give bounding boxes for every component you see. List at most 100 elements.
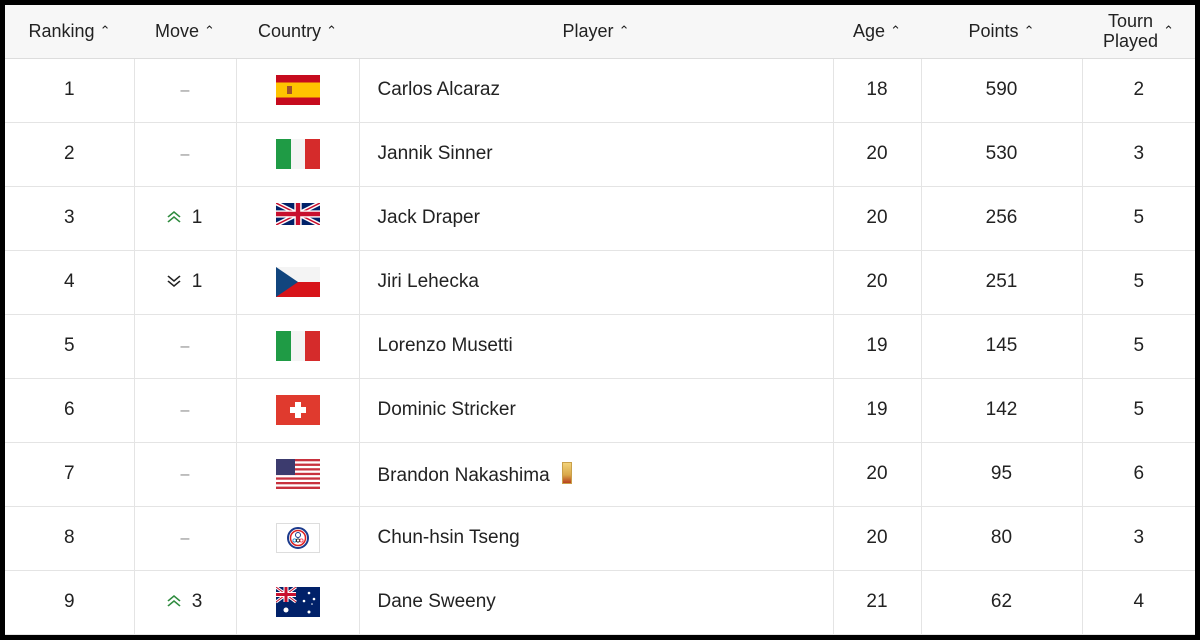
age-cell: 19 (833, 314, 922, 379)
flag-italy-icon (275, 139, 320, 169)
player-cell: Brandon Nakashima (359, 442, 834, 507)
country-cell (236, 122, 360, 187)
table-row[interactable]: 6 – Dominic Stricker 19 142 5 (5, 378, 1195, 443)
column-label: Country (258, 21, 322, 42)
points-cell: 145 (921, 314, 1083, 379)
column-header-tourn-played[interactable]: Tourn Played ⌃ (1082, 5, 1195, 59)
column-header-age[interactable]: Age ⌃ (833, 5, 921, 59)
table-row[interactable]: 8 – Chun-hsin Tseng 20 80 3 (5, 506, 1195, 571)
double-chevron-up-icon (167, 211, 181, 226)
sort-caret-icon: ⌃ (618, 23, 630, 39)
points-cell: 80 (921, 506, 1083, 571)
column-header-ranking[interactable]: Ranking ⌃ (5, 5, 134, 59)
move-cell: – (134, 314, 237, 379)
table-header-row: Ranking ⌃ Move ⌃ Country ⌃ Player ⌃ Age ⌃ Poi… (5, 5, 1195, 59)
country-cell (236, 570, 360, 635)
double-chevron-up-icon (167, 595, 181, 610)
points-cell: 95 (921, 442, 1083, 507)
no-movement-dash: – (180, 338, 190, 355)
ranking-cell: 7 (5, 442, 135, 507)
player-cell: Jack Draper (359, 186, 834, 251)
no-movement-dash: – (180, 82, 190, 99)
sort-caret-icon: ⌃ (99, 23, 111, 39)
ranking-cell: 8 (5, 506, 135, 571)
ranking-cell: 5 (5, 314, 135, 379)
country-cell (236, 442, 360, 507)
player-cell: Dane Sweeny (359, 570, 834, 635)
move-cell: 3 (134, 570, 237, 635)
player-cell: Jannik Sinner (359, 122, 834, 187)
points-cell: 590 (921, 58, 1083, 123)
move-cell: – (134, 506, 237, 571)
points-cell: 530 (921, 122, 1083, 187)
country-cell (236, 314, 360, 379)
age-cell: 20 (833, 250, 922, 315)
flag-chinese-taipei-icon (275, 523, 320, 553)
player-cell: Jiri Lehecka (359, 250, 834, 315)
country-cell (236, 506, 360, 571)
country-cell (236, 186, 360, 251)
tournaments-played-cell: 2 (1082, 58, 1195, 123)
column-header-points[interactable]: Points ⌃ (921, 5, 1082, 59)
table-row[interactable]: 3 1 Jack Draper 20 256 5 (5, 186, 1195, 251)
tournaments-played-cell: 5 (1082, 314, 1195, 379)
column-header-move[interactable]: Move ⌃ (134, 5, 236, 59)
rankings-table-container: Ranking ⌃ Move ⌃ Country ⌃ Player ⌃ Age ⌃ Poi… (5, 5, 1195, 635)
ranking-cell: 6 (5, 378, 135, 443)
column-label: Points (968, 21, 1019, 42)
player-name-link[interactable]: Jack Draper (378, 207, 480, 228)
table-row[interactable]: 9 3 Dane Sweeny 21 62 4 (5, 570, 1195, 635)
sort-caret-icon: ⌃ (326, 23, 337, 39)
ranking-cell: 1 (5, 58, 135, 123)
table-row[interactable]: 7 – Brandon Nakashima 20 95 6 (5, 442, 1195, 507)
country-cell (236, 250, 360, 315)
age-cell: 20 (833, 122, 922, 187)
table-row[interactable]: 1 – Carlos Alcaraz 18 590 2 (5, 58, 1195, 123)
flag-italy-icon (275, 331, 320, 361)
flag-czech-icon (275, 267, 320, 297)
player-name-link[interactable]: Jiri Lehecka (378, 271, 479, 292)
points-cell: 256 (921, 186, 1083, 251)
player-name-link[interactable]: Lorenzo Musetti (378, 335, 513, 356)
column-label-line1: Tourn (1108, 11, 1154, 32)
age-cell: 20 (833, 506, 922, 571)
column-label-line2: Played (1103, 31, 1159, 52)
tournaments-played-cell: 5 (1082, 378, 1195, 443)
country-cell (236, 58, 360, 123)
column-label: Tourn Played (1103, 11, 1158, 51)
table-row[interactable]: 4 1 Jiri Lehecka 20 251 5 (5, 250, 1195, 315)
column-header-player[interactable]: Player ⌃ (359, 5, 833, 59)
tournaments-played-cell: 4 (1082, 570, 1195, 635)
age-cell: 21 (833, 570, 922, 635)
move-cell: 1 (134, 250, 237, 315)
age-cell: 20 (833, 186, 922, 251)
age-cell: 19 (833, 378, 922, 443)
player-name-link[interactable]: Brandon Nakashima (378, 465, 550, 486)
column-label: Ranking (28, 21, 95, 42)
ranking-cell: 4 (5, 250, 135, 315)
move-cell: 1 (134, 186, 237, 251)
player-name-link[interactable]: Jannik Sinner (378, 143, 493, 164)
column-header-country[interactable]: Country ⌃ (236, 5, 359, 59)
player-name-link[interactable]: Chun-hsin Tseng (378, 527, 520, 548)
no-movement-dash: – (180, 530, 190, 547)
column-label: Age (853, 21, 886, 42)
ranking-cell: 2 (5, 122, 135, 187)
flag-spain-icon (275, 75, 320, 105)
table-row[interactable]: 5 – Lorenzo Musetti 19 145 5 (5, 314, 1195, 379)
player-name-link[interactable]: Dane Sweeny (378, 591, 496, 612)
sort-caret-icon: ⌃ (204, 23, 215, 39)
age-cell: 18 (833, 58, 922, 123)
table-row[interactable]: 2 – Jannik Sinner 20 530 3 (5, 122, 1195, 187)
points-cell: 62 (921, 570, 1083, 635)
no-movement-dash: – (180, 466, 190, 483)
player-name-link[interactable]: Carlos Alcaraz (378, 79, 501, 100)
player-cell: Carlos Alcaraz (359, 58, 834, 123)
tournaments-played-cell: 6 (1082, 442, 1195, 507)
player-name-link[interactable]: Dominic Stricker (378, 399, 516, 420)
move-value: 1 (191, 207, 203, 228)
sort-caret-icon: ⌃ (1023, 23, 1035, 39)
age-cell: 20 (833, 442, 922, 507)
player-cell: Dominic Stricker (359, 378, 834, 443)
move-cell: – (134, 122, 237, 187)
